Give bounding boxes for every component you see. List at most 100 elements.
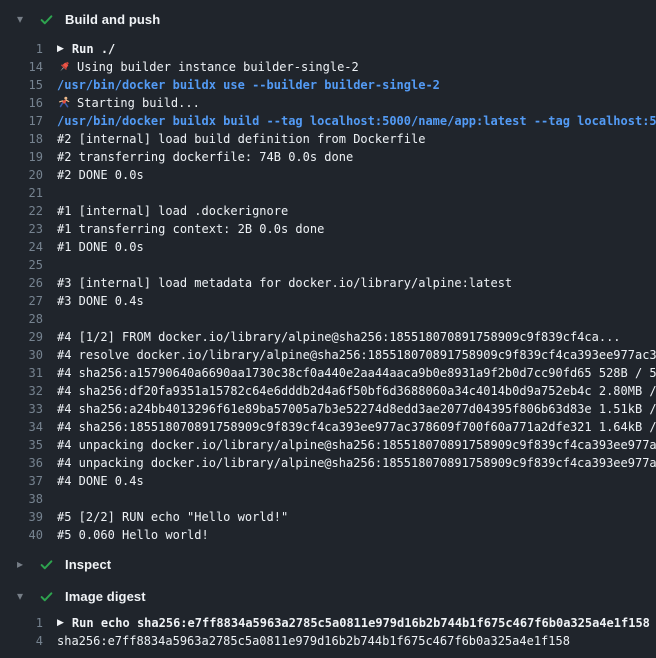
log-line-number[interactable]: 15: [0, 76, 43, 94]
log-text: /usr/bin/docker buildx build --tag local…: [57, 112, 656, 130]
log-line: 34 #4 sha256:185518070891758909c9f839cf4…: [0, 418, 656, 436]
log-line: 40 #5 0.060 Hello world!: [0, 526, 656, 544]
log-line-content: #4 unpacking docker.io/library/alpine@sh…: [57, 454, 656, 472]
log-line-content: #5 0.060 Hello world!: [57, 526, 656, 544]
log-text: #1 [internal] load .dockerignore: [57, 202, 288, 220]
log-line-number[interactable]: 33: [0, 400, 43, 418]
log-line-content: #2 [internal] load build definition from…: [57, 130, 656, 148]
log-line: 38: [0, 490, 656, 508]
log-line-content: #2 DONE 0.0s: [57, 166, 656, 184]
log-section: ▸ Inspect: [0, 548, 656, 580]
log-text: Run ./: [72, 40, 115, 58]
log-line-number[interactable]: 25: [0, 256, 43, 274]
section-header[interactable]: ▸ Inspect: [0, 548, 656, 580]
log-line-number[interactable]: 36: [0, 454, 43, 472]
log-text: #4 resolve docker.io/library/alpine@sha2…: [57, 346, 656, 364]
log-line: 26 #3 [internal] load metadata for docke…: [0, 274, 656, 292]
section-chevron-icon[interactable]: ▾: [17, 590, 30, 602]
log-line-number[interactable]: 20: [0, 166, 43, 184]
log-line: 20 #2 DONE 0.0s: [0, 166, 656, 184]
log-line-number[interactable]: 40: [0, 526, 43, 544]
log-line-content: #1 DONE 0.0s: [57, 238, 656, 256]
log-line: 14 Using builder instance builder-single…: [0, 58, 656, 76]
log-line-number[interactable]: 31: [0, 364, 43, 382]
log-line: 1 ▶ Run ./: [0, 40, 656, 58]
log-line: 37 #4 DONE 0.4s: [0, 472, 656, 490]
log-section: ▾ Image digest 1 ▶Run echo sha256:e7ff88…: [0, 580, 656, 654]
log-line-number[interactable]: 16: [0, 94, 43, 112]
log-text: #3 DONE 0.4s: [57, 292, 144, 310]
log-line-number[interactable]: 17: [0, 112, 43, 130]
log-line: 17 /usr/bin/docker buildx build --tag lo…: [0, 112, 656, 130]
log-line-content: /usr/bin/docker buildx build --tag local…: [57, 112, 656, 130]
log-line-number[interactable]: 35: [0, 436, 43, 454]
log-line-number[interactable]: 22: [0, 202, 43, 220]
expand-log-group-icon[interactable]: ▶: [57, 40, 64, 58]
log-text: #4 sha256:a24bb4013296f61e89ba57005a7b3e…: [57, 400, 656, 418]
log-text: #2 DONE 0.0s: [57, 166, 144, 184]
log-line: 15 /usr/bin/docker buildx use --builder …: [0, 76, 656, 94]
log-line-content: #4 DONE 0.4s: [57, 472, 656, 490]
log-line: 23 #1 transferring context: 2B 0.0s done: [0, 220, 656, 238]
section-title: Image digest: [65, 589, 146, 604]
expand-log-group-icon[interactable]: ▶: [57, 614, 64, 632]
success-check-icon: [39, 589, 54, 604]
log-line: 39 #5 [2/2] RUN echo "Hello world!": [0, 508, 656, 526]
log-text: #4 sha256:185518070891758909c9f839cf4ca3…: [57, 418, 656, 436]
log-line: 36 #4 unpacking docker.io/library/alpine…: [0, 454, 656, 472]
log-line-number[interactable]: 19: [0, 148, 43, 166]
log-line-number[interactable]: 21: [0, 184, 43, 202]
log-line-content: #4 sha256:df20fa9351a15782c64e6dddb2d4a6…: [57, 382, 656, 400]
log-line-content: #4 sha256:185518070891758909c9f839cf4ca3…: [57, 418, 656, 436]
log-line: 24 #1 DONE 0.0s: [0, 238, 656, 256]
log-text: #4 sha256:df20fa9351a15782c64e6dddb2d4a6…: [57, 382, 656, 400]
log-line: 35 #4 unpacking docker.io/library/alpine…: [0, 436, 656, 454]
log-line-number[interactable]: 27: [0, 292, 43, 310]
log-line-number[interactable]: 1: [0, 614, 43, 632]
log-section: ▾ Build and push 1 ▶ Run ./ 14 Using buil…: [0, 0, 656, 548]
log-line-number[interactable]: 14: [0, 58, 43, 76]
log-line-number[interactable]: 34: [0, 418, 43, 436]
log-line: 32 #4 sha256:df20fa9351a15782c64e6dddb2d…: [0, 382, 656, 400]
log-line-number[interactable]: 37: [0, 472, 43, 490]
log-line-number[interactable]: 32: [0, 382, 43, 400]
log-line-number[interactable]: 4: [0, 632, 43, 650]
log-line-content: Starting build...: [57, 94, 656, 112]
log-line-content: ▶Run echo sha256:e7ff8834a5963a2785c5a08…: [57, 614, 656, 632]
log-line-number[interactable]: 28: [0, 310, 43, 328]
section-header[interactable]: ▾ Build and push: [0, 0, 656, 38]
log-text: #4 unpacking docker.io/library/alpine@sh…: [57, 454, 656, 472]
log-text: #3 [internal] load metadata for docker.i…: [57, 274, 512, 292]
log-line-number[interactable]: 39: [0, 508, 43, 526]
section-chevron-icon[interactable]: ▸: [17, 558, 30, 570]
log-line-content: #2 transferring dockerfile: 74B 0.0s don…: [57, 148, 656, 166]
log-line-number[interactable]: 23: [0, 220, 43, 238]
log-line-content: #4 sha256:a15790640a6690aa1730c38cf0a440…: [57, 364, 656, 382]
log-line: 31 #4 sha256:a15790640a6690aa1730c38cf0a…: [0, 364, 656, 382]
runner-icon: [57, 96, 71, 110]
log-line-content: #4 resolve docker.io/library/alpine@sha2…: [57, 346, 656, 364]
log-text: #5 [2/2] RUN echo "Hello world!": [57, 508, 288, 526]
section-chevron-icon[interactable]: ▾: [17, 13, 30, 25]
log-line-number[interactable]: 26: [0, 274, 43, 292]
log-line-number[interactable]: 30: [0, 346, 43, 364]
log-line-content: #4 [1/2] FROM docker.io/library/alpine@s…: [57, 328, 656, 346]
log-line-number[interactable]: 29: [0, 328, 43, 346]
log-line-number[interactable]: 24: [0, 238, 43, 256]
log-line-content: #3 DONE 0.4s: [57, 292, 656, 310]
log-line-number[interactable]: 18: [0, 130, 43, 148]
log-line: 16 Starting build...: [0, 94, 656, 112]
log-line: 27 #3 DONE 0.4s: [0, 292, 656, 310]
log-text: #4 [1/2] FROM docker.io/library/alpine@s…: [57, 328, 621, 346]
log-line-number[interactable]: 38: [0, 490, 43, 508]
pushpin-icon: [57, 60, 71, 74]
log-line: 21: [0, 184, 656, 202]
section-header[interactable]: ▾ Image digest: [0, 580, 656, 612]
log-line-content: /usr/bin/docker buildx use --builder bui…: [57, 76, 656, 94]
log-line-number[interactable]: 1: [0, 40, 43, 58]
log-line-content: #5 [2/2] RUN echo "Hello world!": [57, 508, 656, 526]
log-line: 33 #4 sha256:a24bb4013296f61e89ba57005a7…: [0, 400, 656, 418]
log-text: sha256:e7ff8834a5963a2785c5a0811e979d16b…: [57, 632, 570, 650]
log-line-content: ▶ Run ./: [57, 40, 656, 58]
log-line: 25: [0, 256, 656, 274]
